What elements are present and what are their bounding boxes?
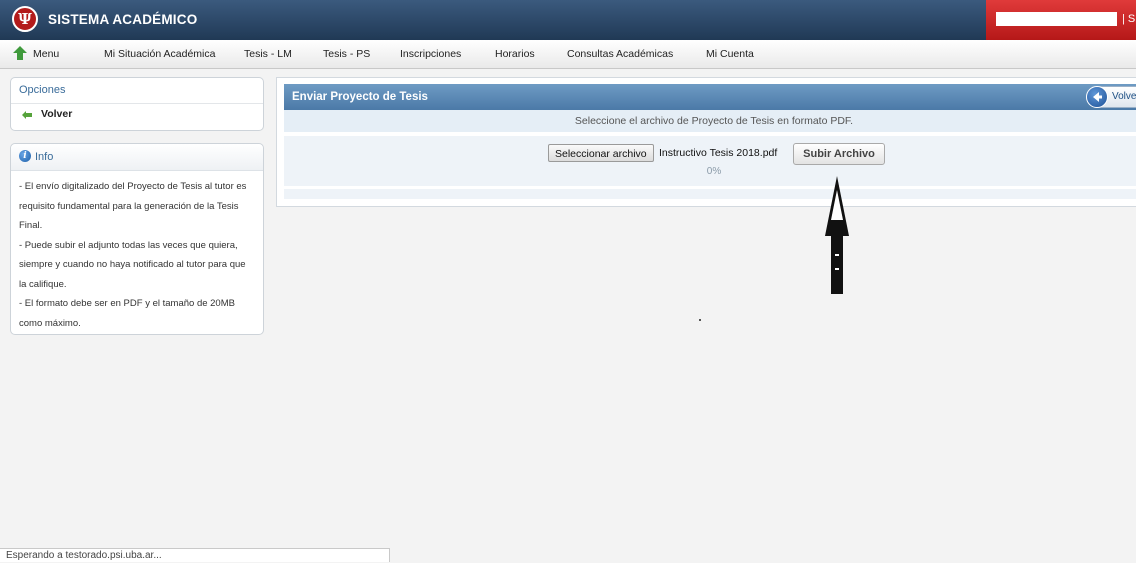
info-icon: i xyxy=(19,150,31,162)
options-panel: Opciones Volver xyxy=(10,77,264,131)
browser-status-bar: Esperando a testorado.psi.uba.ar... xyxy=(0,548,390,562)
upload-footer xyxy=(284,189,1136,199)
up-arrow-icon xyxy=(825,176,849,294)
nav-tesis-ps[interactable]: Tesis - PS xyxy=(323,48,370,60)
upload-hint: Seleccione el archivo de Proyecto de Tes… xyxy=(284,110,1136,132)
nav-tesis-lm[interactable]: Tesis - LM xyxy=(244,48,292,60)
back-circle-icon xyxy=(1086,86,1108,108)
top-bar: Ψ SISTEMA ACADÉMICO xyxy=(0,0,1136,40)
nav-horarios[interactable]: Horarios xyxy=(495,48,535,60)
home-arrow-icon[interactable] xyxy=(12,45,28,61)
selected-file-name: Instructivo Tesis 2018.pdf xyxy=(659,147,778,159)
upload-progress: 0% xyxy=(706,166,722,177)
upload-row: Seleccionar archivo Instructivo Tesis 20… xyxy=(284,136,1136,186)
select-file-button[interactable]: Seleccionar archivo xyxy=(548,144,654,162)
info-header: i Info xyxy=(11,144,263,171)
info-panel: i Info - El envío digitalizado del Proye… xyxy=(10,143,264,335)
upload-header: Enviar Proyecto de Tesis Volver xyxy=(284,84,1136,110)
options-title: Opciones xyxy=(19,84,66,96)
info-text: - El envío digitalizado del Proyecto de … xyxy=(19,181,247,329)
upload-file-button[interactable]: Subir Archivo xyxy=(793,143,885,165)
back-arrow-icon xyxy=(22,111,32,119)
nav-mi-situacion-academica[interactable]: Mi Situación Académica xyxy=(104,48,215,60)
back-button[interactable]: Volver xyxy=(1086,86,1136,108)
nav-inscripciones[interactable]: Inscripciones xyxy=(400,48,461,60)
page-title: Enviar Proyecto de Tesis xyxy=(292,91,428,103)
psi-logo-icon: Ψ xyxy=(12,6,38,32)
info-title: Info xyxy=(35,151,54,163)
stray-dot xyxy=(699,319,701,321)
main-nav: Menu Mi Situación Académica Tesis - LM T… xyxy=(0,40,1136,69)
sidebar-back-label: Volver xyxy=(41,108,73,120)
sidebar-back-link[interactable]: Volver xyxy=(21,108,72,120)
nav-mi-cuenta[interactable]: Mi Cuenta xyxy=(706,48,754,60)
user-name-field[interactable] xyxy=(996,12,1117,26)
nav-menu[interactable]: Menu xyxy=(33,48,59,60)
upload-panel: Enviar Proyecto de Tesis Volver Seleccio… xyxy=(276,77,1136,207)
app-title: SISTEMA ACADÉMICO xyxy=(48,12,198,27)
user-separator: | S xyxy=(1122,13,1136,25)
back-button-label: Volver xyxy=(1112,91,1136,102)
nav-consultas-academicas[interactable]: Consultas Académicas xyxy=(567,48,673,60)
